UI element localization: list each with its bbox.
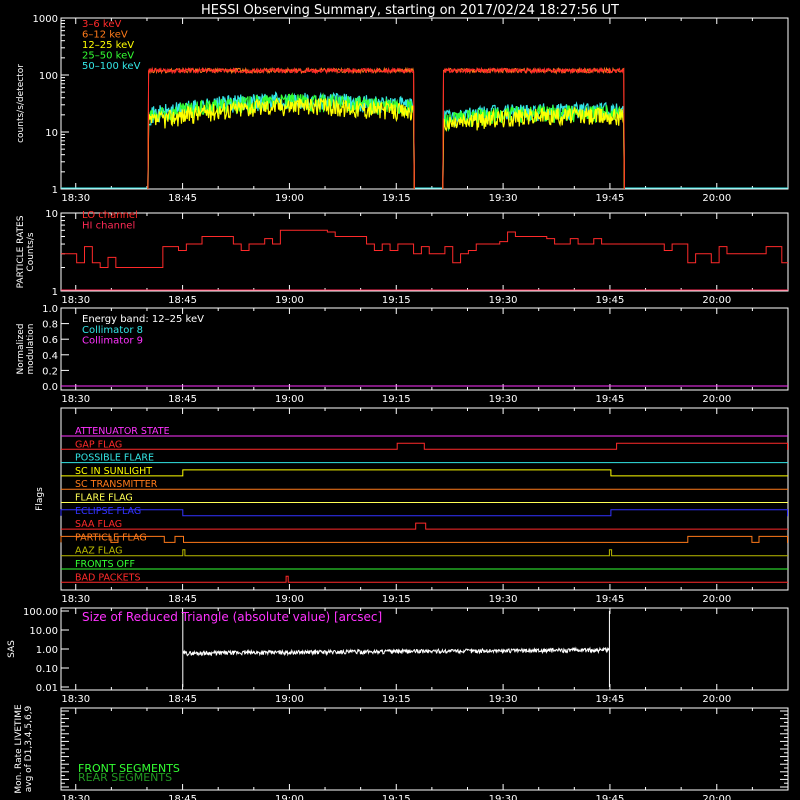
particle-panel-xtick-label: 20:00 bbox=[702, 295, 731, 306]
flag-label: ECLIPSE FLAG bbox=[75, 506, 141, 517]
sas-ytick-label: 10.00 bbox=[29, 626, 58, 637]
count-panel-xtick-label: 19:00 bbox=[275, 193, 304, 204]
flags-panel-xtick-label: 19:30 bbox=[489, 594, 518, 605]
flags-ylabel: Flags bbox=[35, 487, 45, 511]
count-legend-entry: 50–100 keV bbox=[82, 61, 141, 72]
count-panel-xtick-label: 19:15 bbox=[382, 193, 411, 204]
livetime-panel-xtick-label: 19:00 bbox=[275, 794, 304, 800]
count-legend-entry: 3–6 keV bbox=[82, 19, 121, 30]
livetime-panel-xtick-label: 19:45 bbox=[596, 794, 625, 800]
flags-panel-xtick-label: 19:45 bbox=[596, 594, 625, 605]
flag-label: POSSIBLE FLARE bbox=[75, 453, 154, 464]
count-ylabel: counts/s/detector bbox=[16, 64, 26, 143]
sas-panel-xtick-label: 18:45 bbox=[168, 694, 197, 705]
particle-ylabel2: Counts/s bbox=[26, 232, 36, 271]
count-panel-xtick-label: 19:30 bbox=[489, 193, 518, 204]
modulation-ylabel2: modulation bbox=[26, 324, 36, 375]
livetime-panel-xtick-label: 18:30 bbox=[61, 794, 90, 800]
sas-ylabel: SAS bbox=[7, 640, 17, 658]
livetime-panel-xtick-label: 20:00 bbox=[702, 794, 731, 800]
particle-legend-entry: HI channel bbox=[82, 221, 135, 232]
modulation-panel-xtick-label: 19:00 bbox=[275, 394, 304, 405]
modulation-panel-xtick-label: 19:30 bbox=[489, 394, 518, 405]
livetime-ylabel2: avg of D1,3,4,5,6,9 bbox=[24, 705, 34, 792]
flag-label: BAD PACKETS bbox=[75, 572, 141, 583]
particle-legend-entry: LO channel bbox=[82, 210, 138, 221]
modulation-ylabel: Normalized bbox=[16, 323, 26, 374]
modulation-ytick-label: 0.6 bbox=[42, 335, 58, 346]
flags-panel-xtick-label: 18:30 bbox=[61, 594, 90, 605]
flags-panel-xtick-label: 20:00 bbox=[702, 594, 731, 605]
modulation-ytick-label: 1.0 bbox=[42, 304, 58, 315]
count-panel-xtick-label: 20:00 bbox=[702, 193, 731, 204]
flags-panel-xtick-label: 19:15 bbox=[382, 594, 411, 605]
modulation-ytick-label: 0.4 bbox=[42, 351, 58, 362]
particle-panel-xtick-label: 18:45 bbox=[168, 295, 197, 306]
count-panel-xtick-label: 19:45 bbox=[596, 193, 625, 204]
flag-label: SAA FLAG bbox=[75, 519, 122, 530]
sas-panel-xtick-label: 20:00 bbox=[702, 694, 731, 705]
modulation-annotation: Energy band: 12–25 keV bbox=[82, 314, 204, 325]
modulation-legend-entry: Collimator 9 bbox=[82, 336, 143, 347]
sas-panel-xtick-label: 19:00 bbox=[275, 694, 304, 705]
sas-annotation: Size of Reduced Triangle (absolute value… bbox=[82, 610, 382, 624]
count-ytick-label: 1000 bbox=[33, 14, 58, 25]
sas-ytick-label: 1.00 bbox=[36, 645, 58, 656]
flag-label: SC IN SUNLIGHT bbox=[75, 466, 152, 477]
count-legend-entry: 6–12 keV bbox=[82, 30, 128, 41]
livetime-panel-xtick-label: 19:15 bbox=[382, 794, 411, 800]
sas-panel-xtick-label: 18:30 bbox=[61, 694, 90, 705]
flag-label: GAP FLAG bbox=[75, 439, 122, 450]
modulation-panel-xtick-label: 18:45 bbox=[168, 394, 197, 405]
flags-panel-xtick-label: 18:45 bbox=[168, 594, 197, 605]
sas-panel-xtick-label: 19:30 bbox=[489, 694, 518, 705]
particle-panel-xtick-label: 19:30 bbox=[489, 295, 518, 306]
count-panel-xtick-label: 18:45 bbox=[168, 193, 197, 204]
livetime-panel-xtick-label: 19:30 bbox=[489, 794, 518, 800]
modulation-panel-xtick-label: 20:00 bbox=[702, 394, 731, 405]
modulation-panel-xtick-label: 18:30 bbox=[61, 394, 90, 405]
modulation-ytick-label: 0.2 bbox=[42, 366, 58, 377]
flag-label: FLARE FLAG bbox=[75, 493, 133, 504]
particle-ytick-label: 10 bbox=[45, 209, 58, 220]
sas-ytick-label: 0.01 bbox=[36, 683, 58, 694]
figure-title: HESSI Observing Summary, starting on 201… bbox=[201, 3, 619, 18]
flag-label: FRONTS OFF bbox=[75, 559, 135, 570]
flag-label: AAZ FLAG bbox=[75, 546, 122, 557]
count-ytick-label: 10 bbox=[45, 128, 58, 139]
hessi-summary-figure: HESSI Observing Summary, starting on 201… bbox=[0, 0, 800, 800]
modulation-ytick-label: 0.8 bbox=[42, 320, 58, 331]
count-ytick-label: 1 bbox=[52, 185, 58, 196]
modulation-legend-entry: Collimator 8 bbox=[82, 325, 143, 336]
sas-panel-xtick-label: 19:15 bbox=[382, 694, 411, 705]
sas-panel-xtick-label: 19:45 bbox=[596, 694, 625, 705]
modulation-panel-xtick-label: 19:15 bbox=[382, 394, 411, 405]
sas-ytick-label: 0.10 bbox=[36, 664, 58, 675]
sas-ytick-label: 100.00 bbox=[23, 607, 58, 618]
count-legend-entry: 12–25 keV bbox=[82, 40, 134, 51]
particle-panel-xtick-label: 19:45 bbox=[596, 295, 625, 306]
flag-label: SC TRANSMITTER bbox=[75, 479, 158, 490]
particle-panel-xtick-label: 19:00 bbox=[275, 295, 304, 306]
modulation-ytick-label: 0.0 bbox=[42, 382, 58, 393]
count-panel-xtick-label: 18:30 bbox=[61, 193, 90, 204]
flags-panel-xtick-label: 19:00 bbox=[275, 594, 304, 605]
livetime-legend-entry: REAR SEGMENTS bbox=[78, 771, 172, 784]
particle-ylabel: PARTICLE RATES bbox=[16, 215, 26, 288]
modulation-panel-xtick-label: 19:45 bbox=[596, 394, 625, 405]
flag-label: ATTENUATOR STATE bbox=[75, 426, 170, 437]
count-legend-entry: 25–50 keV bbox=[82, 51, 134, 62]
count-ytick-label: 100 bbox=[39, 71, 58, 82]
particle-ytick-label: 1 bbox=[52, 287, 58, 298]
particle-panel-xtick-label: 18:30 bbox=[61, 295, 90, 306]
livetime-panel-xtick-label: 18:45 bbox=[168, 794, 197, 800]
livetime-ylabel: Mon. Rate LIVETIME bbox=[14, 704, 24, 794]
particle-panel-xtick-label: 19:15 bbox=[382, 295, 411, 306]
